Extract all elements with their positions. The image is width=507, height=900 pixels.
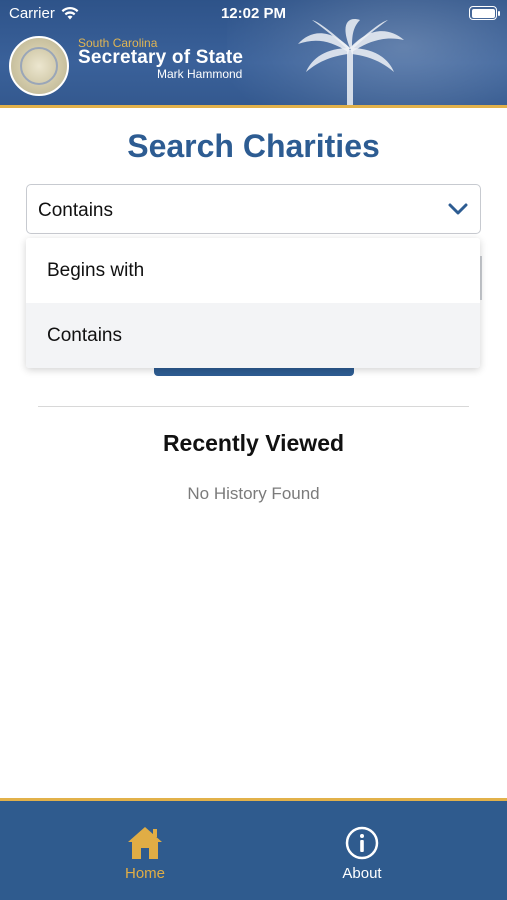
state-seal-icon — [9, 36, 69, 96]
home-icon — [128, 827, 162, 859]
clock: 12:02 PM — [220, 5, 287, 22]
empty-history-text: No History Found — [187, 484, 320, 503]
tab-home[interactable]: Home — [45, 801, 245, 900]
chevron-down-icon — [448, 203, 468, 215]
header-title: Secretary of State — [78, 47, 244, 68]
battery-icon — [469, 6, 500, 20]
dropdown-option-begins-with[interactable]: Begins with — [26, 238, 480, 303]
app-header: Carrier 12:02 PM South Carolina Secretar… — [0, 0, 507, 108]
tab-bar: Home About — [0, 798, 507, 900]
tab-about[interactable]: About — [262, 801, 462, 900]
section-divider — [38, 406, 469, 407]
page-title: Search Charities — [127, 128, 380, 164]
tab-about-label: About — [342, 865, 382, 882]
search-type-dropdown: Begins with Contains — [26, 238, 480, 368]
tab-home-label: Home — [124, 865, 165, 882]
palmetto-tree-icon — [298, 19, 404, 105]
info-icon — [345, 826, 379, 860]
dropdown-option-contains[interactable]: Contains — [26, 303, 480, 368]
status-bar: Carrier 12:02 PM — [0, 0, 507, 28]
search-type-value: Contains — [38, 200, 113, 221]
recently-viewed-heading: Recently Viewed — [162, 430, 345, 456]
header-official-name: Mark Hammond — [157, 67, 243, 81]
search-type-select[interactable]: Contains — [26, 184, 481, 234]
